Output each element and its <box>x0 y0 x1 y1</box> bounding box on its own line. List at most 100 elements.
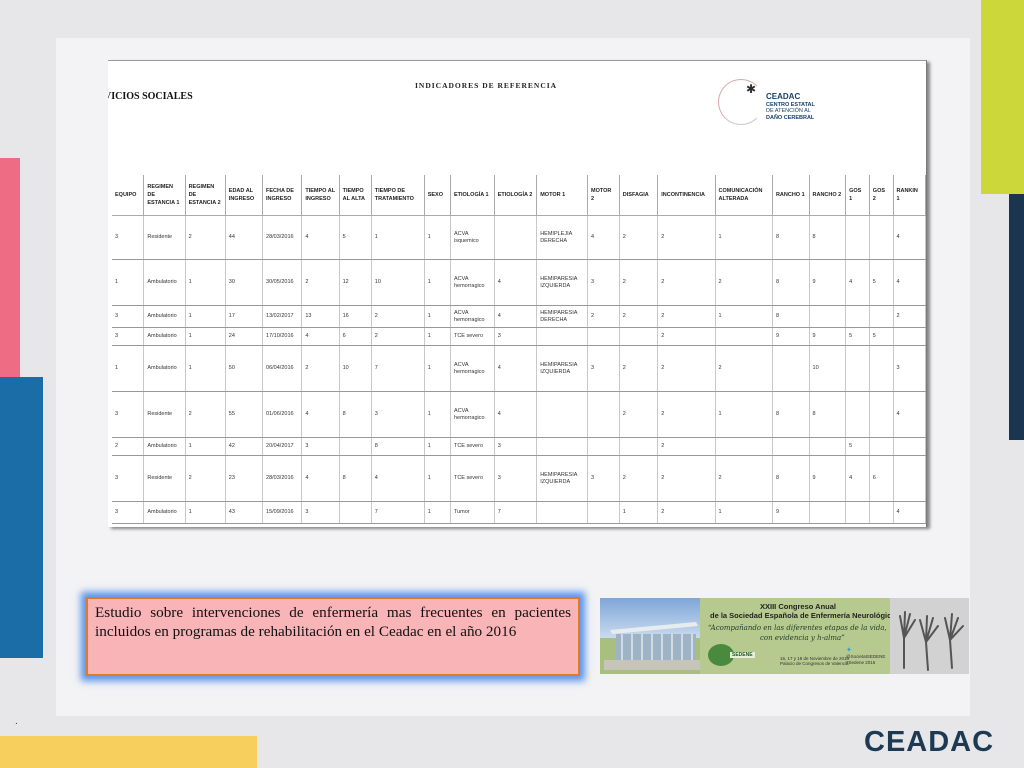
table-cell: 06/04/2016 <box>262 345 303 392</box>
banner-slogan-1: “Acompañando en las diferentes etapas de… <box>708 624 887 632</box>
table-header-cell: MOTOR 1 <box>536 175 589 216</box>
table-row: 3 Residente 2 23 28/03/2016 4 8 4 1 TCE severo 3 HE… <box>112 455 926 502</box>
table-cell: 3 <box>112 305 145 328</box>
table-cell: 10 <box>371 259 425 306</box>
table-row: 3 Ambulatorio 1 17 13/02/2017 13 16 2 1 ACVA hemo… <box>112 305 926 328</box>
table-header-cell: TIEMPO DE TRATAMIENTO <box>371 175 425 216</box>
ceadac-document-logo: ✱ CEADAC CENTRO ESTATAL DE ATENCIÓN AL D… <box>718 79 828 135</box>
table-cell <box>893 437 926 456</box>
table-cell: 1 <box>424 305 451 328</box>
indicators-document-image: INDICADORES DE REFERENCIA VICIOS SOCIALE… <box>108 60 927 527</box>
table-row: 1 Ambulatorio 1 30 30/05/2016 2 12 10 1 ACVA hemo… <box>112 259 926 306</box>
table-cell <box>587 391 620 438</box>
table-cell: 8 <box>809 215 847 260</box>
table-cell: 43 <box>225 501 264 524</box>
table-cell: 3 <box>371 391 425 438</box>
table-cell: 1 <box>185 259 226 306</box>
table-cell: 16 <box>339 305 372 328</box>
table-cell <box>772 437 810 456</box>
table-cell <box>809 501 847 524</box>
table-cell <box>809 305 847 328</box>
table-cell: 1 <box>185 437 226 456</box>
table-cell: HEMIPLEJIA DERECHA <box>536 215 589 260</box>
table-cell: ACVA hemorragico <box>450 345 495 392</box>
table-cell: 13/02/2017 <box>262 305 303 328</box>
table-cell: 8 <box>772 305 810 328</box>
table-cell: 3 <box>587 259 620 306</box>
table-cell: Tumor <box>450 501 495 524</box>
table-cell: 3 <box>494 437 538 456</box>
table-header-row: EQUIPO REGIMEN DE ESTANCIA 1 REGIMEN DE ES… <box>112 175 926 216</box>
table-cell: 6 <box>869 455 894 502</box>
table-row: 2 Ambulatorio 1 42 20/04/2017 3 8 1 TCE severo 3 2… <box>112 437 926 456</box>
table-cell <box>536 327 589 346</box>
table-cell: 4 <box>494 305 538 328</box>
table-cell: 8 <box>809 391 847 438</box>
table-cell <box>869 437 894 456</box>
table-cell: 4 <box>845 259 870 306</box>
table-cell: 1 <box>185 305 226 328</box>
table-cell: HEMIPARESIA IZQUIERDA <box>536 259 589 306</box>
table-cell <box>845 305 870 328</box>
table-cell: 2 <box>112 437 145 456</box>
table-header-cell: INCONTINENCIA <box>657 175 716 216</box>
banner-handle: ✦ @SocietatSEDENE <box>846 647 890 660</box>
table-cell: HEMIPARESIA DERECHA <box>536 305 589 328</box>
table-cell: 3 <box>112 501 145 524</box>
table-cell: 2 <box>715 345 773 392</box>
table-cell: 2 <box>301 259 340 306</box>
banner-social: ✦ @SocietatSEDENE #Sedene 2016 <box>846 647 890 666</box>
table-cell: 3 <box>301 501 340 524</box>
hands-illustration-icon <box>890 598 969 674</box>
table-cell: 2 <box>301 345 340 392</box>
table-cell: 30 <box>225 259 264 306</box>
table-cell <box>869 391 894 438</box>
table-cell: 1 <box>112 345 145 392</box>
table-cell: 10 <box>809 345 847 392</box>
logo-line-3: DAÑO CEREBRAL <box>766 114 815 121</box>
table-cell: 3 <box>112 215 145 260</box>
table-cell: 4 <box>587 215 620 260</box>
table-cell: 4 <box>301 327 340 346</box>
table-cell: 13 <box>301 305 340 328</box>
table-cell: 3 <box>494 455 538 502</box>
study-caption-box: Estudio sobre intervenciones de enfermer… <box>86 597 580 676</box>
ceadac-footer-logo: CEADAC <box>864 726 995 758</box>
table-cell: 5 <box>869 259 894 306</box>
table-cell: 2 <box>619 345 659 392</box>
table-cell: 5 <box>845 327 870 346</box>
table-header-cell: FECHA DE INGRESO <box>262 175 303 216</box>
table-row: 3 Ambulatorio 1 43 15/09/2016 3 7 1 Tumor 7 1 2 1 9 4 <box>112 501 926 524</box>
table-cell: 44 <box>225 215 264 260</box>
table-cell <box>715 327 773 346</box>
table-cell: 4 <box>893 259 926 306</box>
table-cell <box>809 437 847 456</box>
table-header-cell: REGIMEN DE ESTANCIA 2 <box>185 175 226 216</box>
table-cell: 8 <box>339 455 372 502</box>
table-cell: 10 <box>339 345 372 392</box>
table-cell: 24 <box>225 327 264 346</box>
table-cell: 17 <box>225 305 264 328</box>
table-cell: Ambulatorio <box>143 259 186 306</box>
table-cell: ACVA hemorragico <box>450 391 495 438</box>
table-cell: 3 <box>112 327 145 346</box>
logo-text: CEADAC CENTRO ESTATAL DE ATENCIÓN AL DAÑ… <box>766 92 830 121</box>
table-cell: 2 <box>657 345 716 392</box>
table-cell: 9 <box>772 501 810 524</box>
table-header-cell: TIEMPO AL INGRESO <box>301 175 340 216</box>
indicators-table: EQUIPO REGIMEN DE ESTANCIA 1 REGIMEN DE ES… <box>112 175 926 524</box>
table-header-cell: EQUIPO <box>112 175 145 216</box>
table-cell <box>536 437 589 456</box>
table-cell: 2 <box>619 391 659 438</box>
table-cell: 2 <box>657 437 716 456</box>
table-cell: HEMIPARESIA IZQUIERDA <box>536 455 589 502</box>
table-cell: 9 <box>772 327 810 346</box>
banner-hashtag: #Sedene 2016 <box>846 660 876 665</box>
table-cell: 2 <box>587 305 620 328</box>
table-row: 3 Ambulatorio 1 24 17/10/2016 4 6 2 1 TCE severo 3… <box>112 327 926 346</box>
table-cell: 42 <box>225 437 264 456</box>
table-cell: 4 <box>301 391 340 438</box>
table-cell <box>587 437 620 456</box>
table-cell: 1 <box>424 327 451 346</box>
table-header-cell: RANKIN 1 <box>893 175 926 216</box>
